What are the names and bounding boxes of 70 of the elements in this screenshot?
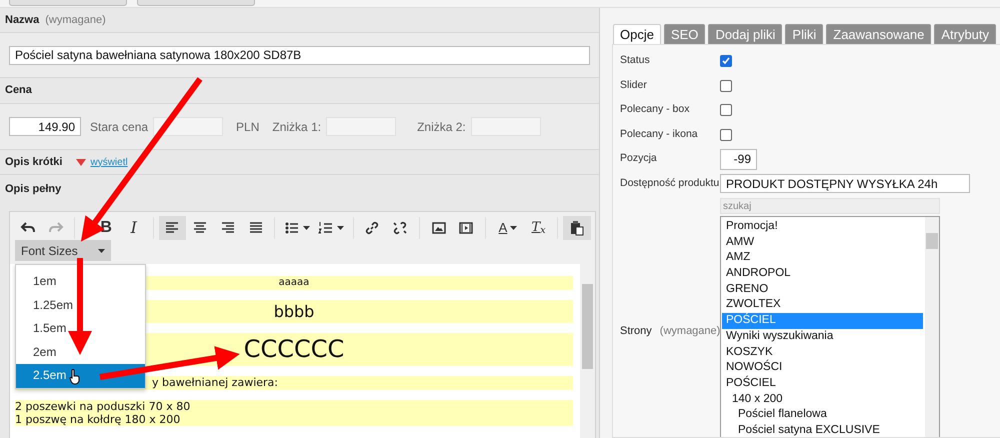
required-hint: (wymagane): [660, 324, 720, 339]
field-label: Slider: [620, 78, 648, 93]
field-label: Strony: [620, 324, 652, 339]
field-label: Opis pełny: [5, 182, 62, 197]
field-label: Dostępność produktu: [620, 176, 720, 191]
checkbox[interactable]: [720, 80, 732, 92]
caret-icon: [510, 226, 518, 230]
text-color-button[interactable]: A: [491, 216, 525, 240]
checkbox[interactable]: [720, 104, 732, 116]
caret-icon: [98, 248, 105, 252]
price-field[interactable]: 149.90: [9, 117, 81, 136]
field-label: Status: [620, 53, 651, 68]
link-icon: [364, 220, 380, 236]
input-field[interactable]: PRODUKT DOSTĘPNY WYSYŁKA 24h: [720, 174, 970, 194]
input-field[interactable]: Pościel satyna bawełniana satynowa 180x200 SD87B: [9, 46, 590, 64]
clear-format-button[interactable]: T$_{x}$: [524, 216, 552, 240]
field-label: Cena: [5, 83, 32, 98]
field-label: Opis krótki: [5, 154, 62, 170]
list-item[interactable]: Pościel satyna EXCLUSIVE: [722, 422, 923, 437]
list-item[interactable]: AMW: [722, 234, 923, 250]
tab[interactable]: Opcje: [613, 24, 661, 44]
italic-button[interactable]: I: [120, 216, 148, 240]
text-line: 1 poszwę na kołdrę 180 x 200: [15, 413, 182, 426]
list-item[interactable]: AMZ: [722, 250, 923, 266]
field-label: Pozycja: [620, 151, 658, 166]
unlink-icon: [392, 220, 408, 236]
list-item[interactable]: ZWOLTEX: [722, 297, 923, 314]
menu-item[interactable]: 2.5em: [16, 364, 145, 388]
list-item[interactable]: Pościel flanelowa: [722, 407, 923, 423]
paste-button[interactable]: [563, 216, 592, 240]
list-item[interactable]: 140 x 200: [722, 392, 923, 408]
list-item[interactable]: ANDROPOL: [722, 266, 923, 282]
field-label: Zniżka 1:: [272, 118, 322, 136]
list-item[interactable]: Wyniki wyszukiwania: [722, 328, 923, 344]
align-left-icon: [164, 220, 180, 236]
list-item[interactable]: KOSZYK: [722, 344, 923, 360]
paste-icon: [569, 220, 586, 236]
field-label: Zniżka 2:: [417, 118, 466, 136]
triangle-icon: [76, 158, 86, 166]
caret-icon: [336, 226, 344, 230]
image-icon: [430, 220, 447, 236]
caret-icon: [303, 226, 310, 230]
field-label: Polecany - ikona: [620, 126, 699, 142]
justify-icon: [248, 220, 264, 236]
field-label: Polecany - box: [620, 102, 690, 118]
menu-item[interactable]: 2em: [16, 340, 145, 364]
font-sizes-dropdown[interactable]: Font Sizes: [15, 240, 111, 261]
list-item[interactable]: NOWOŚCI: [722, 360, 923, 376]
checkbox[interactable]: [720, 55, 732, 68]
currency-label: PLN: [236, 118, 260, 136]
page-list[interactable]: Promocja! AMW AMZ ANDROPOL GRENO ZWOLTEX POŚCIEL Wyniki wyszukiwania KOSZYK NOWOŚCI POŚCIEL 140 x 200 Pościel flanelowa Pościel satyna EXCLUSIVE: [720, 216, 940, 437]
align-left-button[interactable]: [158, 216, 186, 240]
align-right-icon: [220, 220, 236, 236]
number-field[interactable]: -99: [720, 148, 757, 170]
field-label: Stara cena: [90, 118, 148, 136]
scrollbar[interactable]: [925, 217, 939, 437]
numbered-list-icon: [318, 220, 334, 236]
checkbox[interactable]: [720, 128, 732, 141]
text-line: 2 poszewki na poduszki 70 x 80: [15, 400, 192, 413]
film-icon: [458, 220, 474, 236]
bullet-list-icon: [284, 220, 300, 236]
scrollbar[interactable]: [580, 264, 595, 438]
list-item[interactable]: Promocja!: [722, 219, 923, 235]
field-label: Nazwa: [5, 12, 40, 28]
align-center-icon: [192, 220, 208, 236]
search-field[interactable]: szukaj: [720, 198, 940, 214]
list-item[interactable]: POŚCIEL: [722, 376, 923, 392]
hand-cursor-icon: [69, 369, 81, 385]
required-hint: (wymagane): [45, 12, 106, 28]
list-item[interactable]: GRENO: [722, 282, 923, 298]
